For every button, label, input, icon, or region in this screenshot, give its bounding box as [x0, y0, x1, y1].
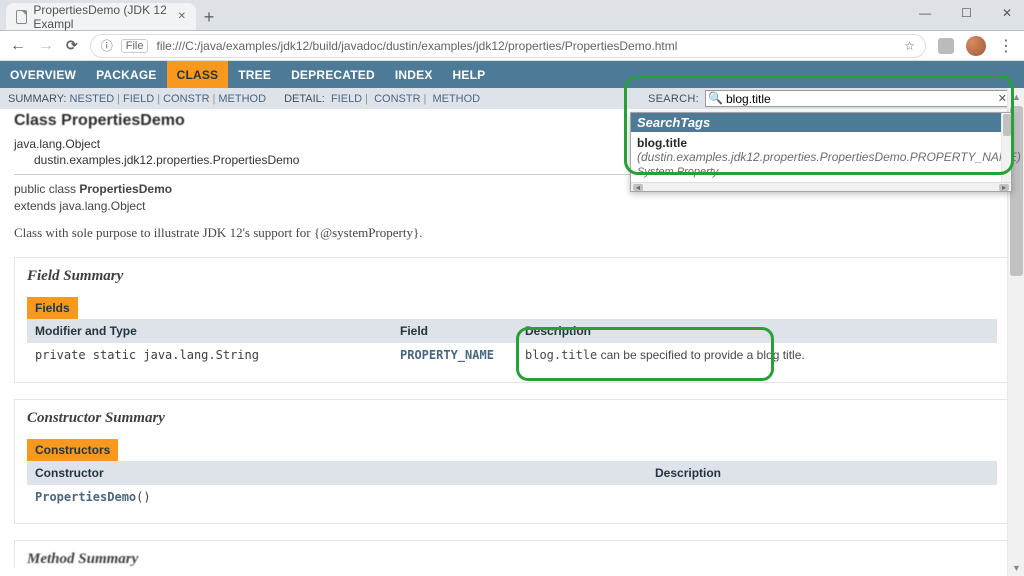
fields-tab[interactable]: Fields: [27, 297, 78, 319]
search-result-item[interactable]: blog.title (dustin.examples.jdk12.proper…: [631, 132, 1011, 166]
page-icon: [16, 10, 27, 24]
tab-title: PropertiesDemo (JDK 12 Exampl: [33, 3, 171, 31]
dropdown-h-scrollbar[interactable]: ◂ ▸: [631, 182, 1011, 191]
nav-help[interactable]: HELP: [443, 61, 496, 88]
method-summary-heading: Method Summary: [27, 551, 997, 568]
tab-close-icon[interactable]: ✕: [178, 11, 186, 22]
constructor-summary-section: Constructor Summary Constructors Constru…: [14, 399, 1010, 524]
bookmark-star-icon[interactable]: ☆: [904, 39, 915, 53]
field-description: blog.title can be specified to provide a…: [517, 343, 997, 368]
back-button[interactable]: ←: [10, 37, 26, 55]
method-summary-section: Method Summary: [14, 540, 1010, 568]
constructor-description: [647, 485, 997, 509]
forward-button[interactable]: →: [38, 37, 54, 55]
nav-index[interactable]: INDEX: [385, 61, 443, 88]
detail-constr[interactable]: CONSTR: [374, 93, 420, 105]
extension-icon[interactable]: [938, 38, 954, 54]
search-results-dropdown: SearchTags blog.title (dustin.examples.j…: [630, 112, 1012, 192]
search-result-path: (dustin.examples.jdk12.properties.Proper…: [637, 150, 1021, 164]
constructor-cell: PropertiesDemo(): [27, 485, 647, 509]
field-modifier: private static java.lang.String: [27, 343, 392, 368]
search-result-match: blog.title: [637, 136, 687, 150]
field-summary-table: Modifier and Type Field Description priv…: [27, 319, 997, 368]
url-text: file:///C:/java/examples/jdk12/build/jav…: [156, 39, 677, 53]
scroll-down-icon[interactable]: ▼: [1008, 559, 1024, 576]
window-minimize-icon[interactable]: —: [913, 4, 937, 22]
browser-tab[interactable]: PropertiesDemo (JDK 12 Exampl ✕: [6, 3, 196, 30]
detail-label: DETAIL:: [284, 93, 325, 105]
url-scheme-chip: File: [121, 39, 149, 53]
nav-deprecated[interactable]: DEPRECATED: [281, 61, 385, 88]
table-row: PropertiesDemo(): [27, 485, 997, 509]
summary-method[interactable]: METHOD: [218, 93, 266, 105]
field-summary-heading: Field Summary: [27, 268, 997, 285]
constructor-link[interactable]: PropertiesDemo: [35, 490, 136, 504]
col-constructor: Constructor: [27, 461, 647, 485]
summary-constr[interactable]: CONSTR: [163, 93, 209, 105]
scroll-right-icon[interactable]: ▸: [999, 184, 1009, 191]
site-info-icon[interactable]: ⓘ: [101, 37, 113, 54]
detail-field: FIELD: [331, 93, 362, 105]
window-close-icon[interactable]: ✕: [996, 4, 1018, 22]
col-ctor-description: Description: [647, 461, 997, 485]
constructors-tab[interactable]: Constructors: [27, 439, 118, 461]
search-clear-icon[interactable]: ✕: [998, 92, 1007, 105]
col-field: Field: [392, 319, 517, 343]
search-label: SEARCH:: [648, 93, 699, 105]
field-summary-section: Field Summary Fields Modifier and Type F…: [14, 257, 1010, 383]
constructor-summary-heading: Constructor Summary: [27, 410, 997, 427]
profile-avatar[interactable]: [966, 36, 986, 56]
search-result-kind: System Property: [631, 166, 1011, 182]
search-result-category: SearchTags: [631, 113, 1011, 132]
summary-nested: NESTED: [70, 93, 115, 105]
col-modifier: Modifier and Type: [27, 319, 392, 343]
field-link[interactable]: PROPERTY_NAME: [400, 348, 494, 362]
nav-package[interactable]: PACKAGE: [86, 61, 167, 88]
javadoc-sub-nav: SUMMARY: NESTED| FIELD| CONSTR| METHOD D…: [0, 88, 1024, 109]
search-input[interactable]: [705, 90, 1010, 107]
detail-method[interactable]: METHOD: [432, 93, 480, 105]
reload-button[interactable]: ⟳: [66, 37, 78, 54]
nav-overview[interactable]: OVERVIEW: [0, 61, 86, 88]
class-description: Class with sole purpose to illustrate JD…: [14, 225, 1010, 241]
col-description: Description: [517, 319, 997, 343]
scroll-up-icon[interactable]: ▲: [1008, 88, 1024, 105]
nav-tree[interactable]: TREE: [228, 61, 281, 88]
window-maximize-icon[interactable]: ☐: [955, 4, 978, 22]
summary-field[interactable]: FIELD: [123, 93, 154, 105]
search-icon: 🔍: [708, 91, 723, 105]
constructor-summary-table: Constructor Description PropertiesDemo(): [27, 461, 997, 509]
nav-class[interactable]: CLASS: [167, 61, 229, 88]
browser-menu-icon[interactable]: ⋮: [998, 36, 1014, 56]
new-tab-button[interactable]: +: [196, 4, 222, 30]
dropdown-scrollbar-thumb[interactable]: [1003, 114, 1011, 136]
table-row: private static java.lang.String PROPERTY…: [27, 343, 997, 368]
summary-label: SUMMARY:: [8, 93, 66, 105]
address-bar[interactable]: ⓘ File file:///C:/java/examples/jdk12/bu…: [90, 34, 926, 58]
javadoc-top-nav: OVERVIEW PACKAGE CLASS TREE DEPRECATED I…: [0, 61, 1024, 88]
scroll-left-icon[interactable]: ◂: [633, 184, 643, 191]
